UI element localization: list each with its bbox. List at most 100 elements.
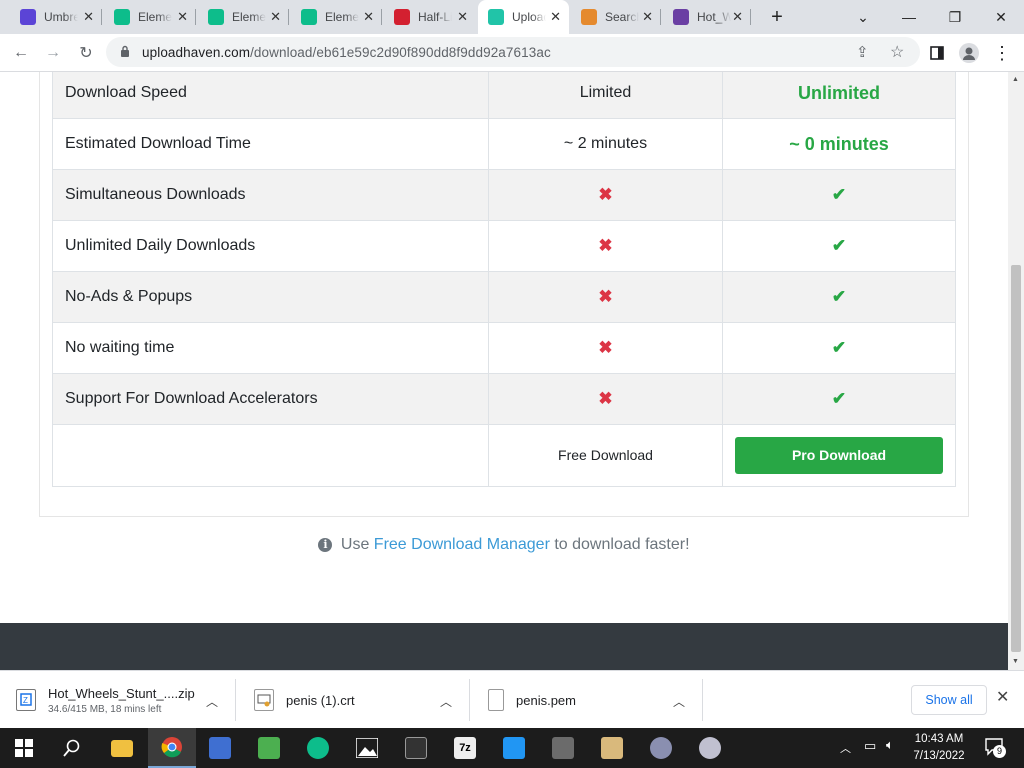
download-progress-text: 34.6/415 MB, 18 mins left (48, 703, 162, 715)
close-tab-icon[interactable]: ✕ (550, 9, 561, 25)
lock-icon[interactable] (120, 45, 130, 57)
close-tab-icon[interactable]: ✕ (83, 9, 94, 25)
free-download-button[interactable]: Free Download (558, 447, 653, 463)
tab-search-chevron-icon[interactable]: ⌄ (840, 0, 886, 34)
address-bar[interactable]: uploadhaven.com/download/eb61e59c2d90f89… (106, 37, 920, 67)
free-plan-cell: ✖ (488, 169, 723, 221)
kebab-menu-icon[interactable]: ⋮ (991, 42, 1013, 64)
app-icon[interactable] (539, 728, 587, 768)
tray-chevron-up-icon[interactable]: ︿ (840, 740, 851, 756)
tab-title: Search (605, 10, 639, 24)
feature-name: Simultaneous Downloads (52, 169, 489, 221)
new-tab-icon[interactable]: + (754, 0, 800, 34)
feature-name: No-Ads & Popups (52, 271, 489, 323)
element-app-icon[interactable] (294, 728, 342, 768)
windows-start-icon[interactable] (0, 728, 48, 768)
tab-title: Hot_Wheels (697, 10, 731, 24)
search-icon[interactable] (48, 728, 96, 768)
free-plan-cell: ✖ (488, 220, 723, 272)
volume-icon[interactable]: 🔈︎ (886, 737, 894, 753)
pro-download-button[interactable]: Pro Download (735, 437, 943, 474)
close-tab-icon[interactable]: ✕ (732, 9, 743, 25)
network-icon[interactable]: ▭ (864, 738, 876, 754)
notepad-app-icon[interactable] (245, 728, 293, 768)
browser-tab[interactable]: Element ✕ (104, 0, 196, 34)
tab-divider (750, 9, 751, 25)
download-filename: penis.pem (516, 692, 576, 708)
app-icon[interactable] (588, 728, 636, 768)
divider (702, 679, 703, 721)
app-icon[interactable] (686, 728, 734, 768)
file-explorer-icon[interactable] (98, 728, 146, 768)
7zip-app-icon[interactable]: 7z (441, 728, 489, 768)
browser-tab[interactable]: Element ✕ (198, 0, 289, 34)
chrome-icon[interactable] (148, 728, 196, 768)
reload-icon[interactable]: ↻ (75, 42, 97, 64)
feature-name: Support For Download Accelerators (52, 373, 489, 425)
restore-icon[interactable]: ❐ (932, 0, 978, 34)
tab-divider (195, 9, 196, 25)
profile-avatar-icon[interactable] (958, 42, 980, 64)
url-host: uploadhaven.com (142, 45, 251, 60)
chevron-up-icon[interactable]: ︿ (673, 693, 685, 710)
tab-title: UploadHaven (512, 10, 546, 24)
download-filename: penis (1).crt (286, 692, 355, 708)
windows-taskbar: 7z ︿ ▭ 🔈︎ 10:43 AM 7/13/2022 9 (0, 728, 1024, 768)
tab-divider (101, 9, 102, 25)
bookmark-star-icon[interactable]: ☆ (890, 42, 904, 62)
app-icon[interactable] (637, 728, 685, 768)
close-tab-icon[interactable]: ✕ (177, 9, 188, 25)
scroll-up-arrow-icon[interactable]: ▲ (1012, 76, 1019, 83)
minimize-icon[interactable]: — (886, 0, 932, 34)
share-icon[interactable]: ⇪ (856, 43, 869, 61)
browser-tab[interactable]: Hot_Wheels✕ (663, 0, 751, 34)
download-item[interactable]: Z Hot_Wheels_Stunt_....zip 34.6/415 MB, … (0, 671, 236, 729)
window-close-icon[interactable]: ✕ (978, 0, 1024, 34)
back-arrow-icon[interactable]: ← (10, 42, 32, 64)
close-tab-icon[interactable]: ✕ (457, 9, 468, 25)
system-clock[interactable]: 10:43 AM 7/13/2022 (900, 731, 978, 765)
network-app-icon[interactable] (196, 728, 244, 768)
uploadhaven-icon (488, 9, 504, 25)
photos-app-icon[interactable] (343, 728, 391, 768)
check-icon: ✔ (831, 185, 847, 204)
download-shelf: Z Hot_Wheels_Stunt_....zip 34.6/415 MB, … (0, 670, 1024, 728)
browser-tab[interactable]: Search✕ (571, 0, 661, 34)
free-download-manager-link[interactable]: Free Download Manager (374, 536, 550, 553)
close-tab-icon[interactable]: ✕ (642, 9, 653, 25)
close-download-shelf-icon[interactable]: ✕ (996, 687, 1009, 707)
close-tab-icon[interactable]: ✕ (270, 9, 281, 25)
browser-tab[interactable]: Umbrel ✕ (10, 0, 102, 34)
certificate-file-icon (254, 689, 274, 711)
close-tab-icon[interactable]: ✕ (363, 9, 374, 25)
page-scrollbar[interactable]: ▲ ▼ (1008, 72, 1024, 670)
table-row: Estimated Download Time ~ 2 minutes ~ 0 mi… (52, 118, 956, 170)
scrollbar-thumb[interactable] (1011, 265, 1021, 652)
empty-cell (52, 424, 489, 487)
person-icon (581, 9, 597, 25)
browser-tab[interactable]: UploadHaven ✕ (478, 0, 569, 34)
scroll-down-arrow-icon[interactable]: ▼ (1012, 658, 1019, 665)
browser-tab[interactable]: Half-Life ✕ (384, 0, 476, 34)
app-icon[interactable] (490, 728, 538, 768)
table-row: No waiting time ✖ ✔ (52, 322, 956, 374)
terminal-app-icon[interactable] (392, 728, 440, 768)
url-path: /download/eb61e59c2d90f890dd8f9dd92a7613… (250, 45, 551, 60)
side-panel-icon[interactable] (926, 42, 948, 64)
free-plan-cell: ✖ (488, 271, 723, 323)
globe-icon (673, 9, 689, 25)
free-plan-value: Limited (579, 84, 632, 101)
notification-center-icon[interactable]: 9 (984, 736, 1006, 758)
forward-arrow-icon[interactable]: → (42, 42, 64, 64)
clock-date: 7/13/2022 (913, 750, 965, 762)
file-icon (488, 689, 504, 711)
browser-tab[interactable]: Element ✕ (291, 0, 382, 34)
pro-plan-cell: ✔ (722, 373, 956, 425)
show-all-downloads-button[interactable]: Show all (911, 685, 987, 715)
download-item[interactable]: penis.pem ︿ (470, 671, 703, 729)
pro-plan-value: Unlimited (797, 82, 880, 103)
download-item[interactable]: penis (1).crt ︿ (236, 671, 470, 729)
chevron-up-icon[interactable]: ︿ (440, 693, 452, 710)
chevron-up-icon[interactable]: ︿ (206, 693, 218, 710)
free-plan-cell: ✖ (488, 322, 723, 374)
